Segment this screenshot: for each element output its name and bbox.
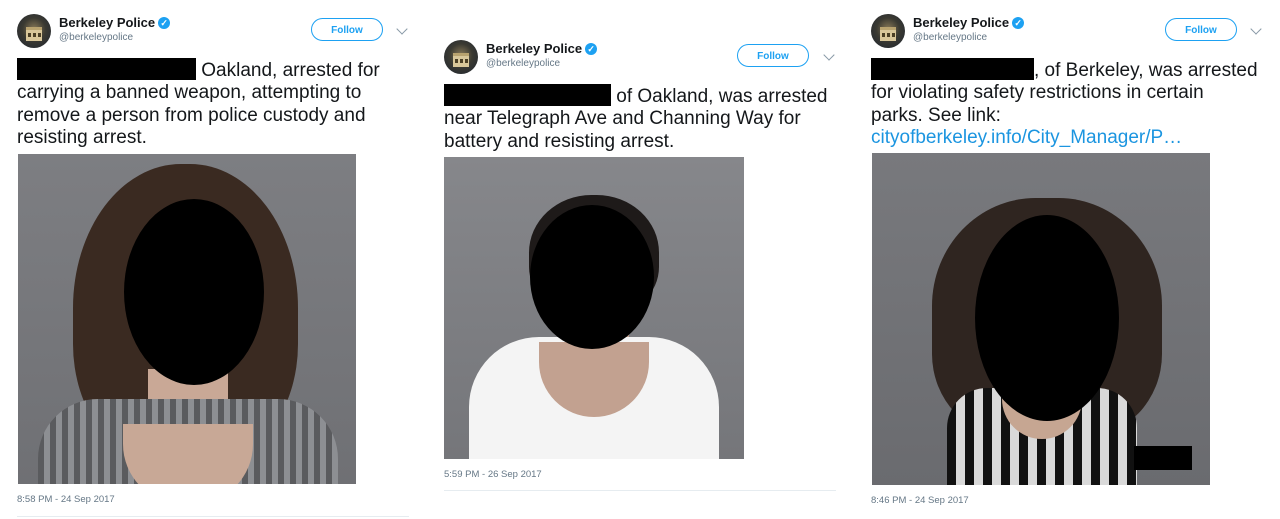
profile-avatar[interactable] bbox=[871, 14, 905, 48]
redaction-bar bbox=[444, 84, 611, 106]
tweet-text-line-4: resisting arrest. bbox=[17, 126, 147, 148]
author-name-row[interactable]: Berkeley Police ✓ bbox=[913, 14, 1025, 32]
verified-badge-icon: ✓ bbox=[1012, 17, 1025, 29]
profile-avatar[interactable] bbox=[444, 40, 478, 74]
profile-avatar[interactable] bbox=[17, 14, 51, 48]
author-name[interactable]: Berkeley Police bbox=[913, 15, 1009, 30]
author-handle[interactable]: @berkeleypolice bbox=[486, 58, 560, 69]
mugshot-photo[interactable] bbox=[872, 153, 1210, 485]
tweet-text-segment: of Oakland, was arrested bbox=[616, 86, 828, 107]
author-name-row[interactable]: Berkeley Police ✓ bbox=[486, 40, 598, 58]
face-redaction bbox=[124, 199, 264, 385]
divider bbox=[17, 516, 409, 517]
author-name[interactable]: Berkeley Police bbox=[59, 15, 155, 30]
tweet-text-line-2: for violating safety restrictions in cer… bbox=[871, 82, 1204, 104]
mugshot-photo[interactable] bbox=[18, 154, 356, 484]
tweet-text-line-2: carrying a banned weapon, attempting to bbox=[17, 82, 362, 104]
tweet-text: of Oakland, was arrested near Telegraph … bbox=[444, 84, 828, 153]
redaction-bar bbox=[871, 58, 1034, 80]
tweet-text: , of Berkeley, was arrested for violatin… bbox=[871, 58, 1258, 149]
face-redaction bbox=[530, 205, 654, 349]
tweet-1: Berkeley Police ✓ @berkeleypolice Follow … bbox=[17, 14, 412, 519]
verified-badge-icon: ✓ bbox=[585, 43, 598, 55]
follow-button[interactable]: Follow bbox=[311, 18, 383, 41]
tweet-text-line-3: parks. See link: bbox=[871, 104, 1001, 126]
tweet-2: Berkeley Police ✓ @berkeleypolice Follow … bbox=[444, 40, 839, 510]
verified-badge-icon: ✓ bbox=[158, 17, 171, 29]
face-redaction bbox=[975, 215, 1119, 421]
tweet-3: Berkeley Police ✓ @berkeleypolice Follow … bbox=[871, 14, 1266, 519]
author-handle[interactable]: @berkeleypolice bbox=[59, 32, 133, 43]
tweet-text-line-3: battery and resisting arrest. bbox=[444, 130, 675, 152]
chevron-down-icon[interactable] bbox=[1250, 23, 1262, 35]
timestamp[interactable]: 8:58 PM - 24 Sep 2017 bbox=[17, 494, 115, 505]
chevron-down-icon[interactable] bbox=[396, 23, 408, 35]
timestamp[interactable]: 5:59 PM - 26 Sep 2017 bbox=[444, 469, 542, 480]
tweet-text-line-1: of Oakland, was arrested bbox=[444, 84, 828, 108]
divider bbox=[444, 490, 836, 491]
tweet-text-segment: Oakland, arrested for bbox=[201, 60, 380, 81]
timestamp[interactable]: 8:46 PM - 24 Sep 2017 bbox=[871, 495, 969, 506]
tweet-text-line-3: remove a person from police custody and bbox=[17, 104, 366, 126]
author-name-row[interactable]: Berkeley Police ✓ bbox=[59, 14, 171, 32]
chevron-down-icon[interactable] bbox=[823, 49, 835, 61]
tweet-text-line-1: Oakland, arrested for bbox=[17, 58, 380, 82]
redaction-bar bbox=[1134, 446, 1192, 470]
author-name[interactable]: Berkeley Police bbox=[486, 41, 582, 56]
tweet-text-line-1: , of Berkeley, was arrested bbox=[871, 58, 1258, 82]
tweet-text: Oakland, arrested for carrying a banned … bbox=[17, 58, 380, 149]
tweet-text-line-2: near Telegraph Ave and Channing Way for bbox=[444, 108, 801, 130]
author-handle[interactable]: @berkeleypolice bbox=[913, 32, 987, 43]
tweet-link[interactable]: cityofberkeley.info/City_Manager/P… bbox=[871, 127, 1258, 149]
redaction-bar bbox=[17, 58, 196, 80]
follow-button[interactable]: Follow bbox=[737, 44, 809, 67]
mugshot-photo[interactable] bbox=[444, 157, 744, 459]
tweet-text-segment: , of Berkeley, was arrested bbox=[1034, 60, 1258, 81]
follow-button[interactable]: Follow bbox=[1165, 18, 1237, 41]
